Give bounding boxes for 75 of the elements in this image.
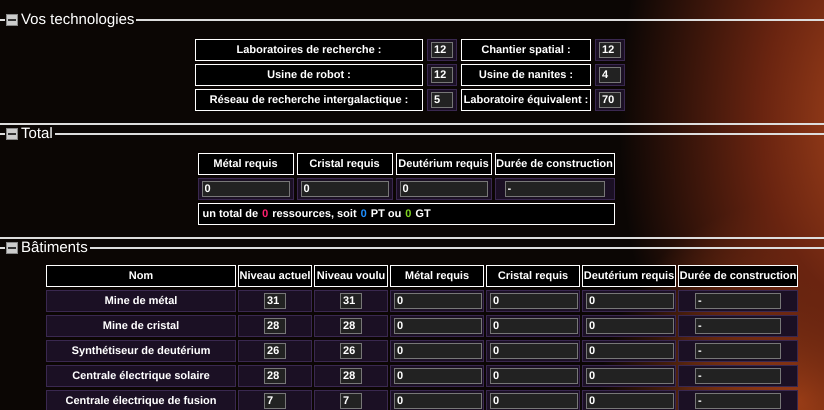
column-header: Cristal requis <box>486 265 580 287</box>
field-label: Laboratoire équivalent : <box>461 89 591 111</box>
summary-text: GT <box>415 208 431 220</box>
collapse-icon[interactable] <box>6 128 18 140</box>
building-name: Mine de métal <box>104 295 178 307</box>
section-title: Bâtiments <box>21 240 88 255</box>
value-field[interactable]: 0 <box>394 293 482 309</box>
value-field[interactable]: 31 <box>340 293 362 309</box>
value-field[interactable]: 0 <box>586 318 674 334</box>
value-field[interactable]: 0 <box>490 343 578 359</box>
value-field[interactable]: - <box>695 293 781 309</box>
value-field[interactable]: 0 <box>490 318 578 334</box>
level-input[interactable]: 12 <box>431 67 453 83</box>
value-field[interactable]: - <box>695 368 781 384</box>
count-value: 0 <box>262 208 268 220</box>
value-field[interactable]: 31 <box>264 293 286 309</box>
value-field[interactable]: 0 <box>394 318 482 334</box>
value-field[interactable]: 28 <box>264 318 286 334</box>
value-field[interactable]: 0 <box>586 393 674 409</box>
value-field[interactable]: - <box>695 318 781 334</box>
level-input[interactable]: 70 <box>599 92 621 108</box>
field-label: Laboratoires de recherche : <box>195 39 423 61</box>
value-field[interactable]: 7 <box>340 393 362 409</box>
value-field[interactable]: 0 <box>394 393 482 409</box>
value-field[interactable]: 26 <box>264 343 286 359</box>
level-input[interactable]: 5 <box>431 92 453 108</box>
field-label: Usine de nanites : <box>461 64 591 86</box>
field-label: Réseau de recherche intergalactique : <box>195 89 423 111</box>
value-field[interactable]: 0 <box>490 368 578 384</box>
value-field[interactable]: 0 <box>394 368 482 384</box>
section-title: Vos technologies <box>21 12 134 27</box>
count-value: 0 <box>405 208 412 220</box>
value-field[interactable]: 0 <box>202 181 290 197</box>
summary-text: PT ou <box>370 208 402 220</box>
column-header: Nom <box>46 265 236 287</box>
building-name: Centrale électrique solaire <box>72 370 210 382</box>
value-field[interactable]: 26 <box>340 343 362 359</box>
column-header: Durée de construction <box>678 265 798 287</box>
building-name: Centrale électrique de fusion <box>66 395 216 407</box>
column-header: Deutérium requis <box>396 153 492 175</box>
column-header: Durée de construction <box>494 153 614 175</box>
count-value: 0 <box>360 208 367 220</box>
level-input[interactable]: 12 <box>599 42 621 58</box>
value-field[interactable]: 0 <box>490 393 578 409</box>
value-field[interactable]: 0 <box>300 181 388 197</box>
value-field[interactable]: - <box>695 343 781 359</box>
level-input[interactable]: 12 <box>431 42 453 58</box>
value-field[interactable]: 28 <box>264 368 286 384</box>
section-title: Total <box>21 126 53 141</box>
value-field[interactable]: 0 <box>490 293 578 309</box>
column-header: Niveau voulu <box>314 265 388 287</box>
building-name: Synthétiseur de deutérium <box>72 345 210 357</box>
collapse-icon[interactable] <box>6 242 18 254</box>
value-field[interactable]: 0 <box>586 368 674 384</box>
column-header: Deutérium requis <box>582 265 676 287</box>
summary-text: un total de <box>202 208 258 220</box>
field-label: Usine de robot : <box>195 64 423 86</box>
value-field[interactable]: 0 <box>400 181 488 197</box>
value-field[interactable]: 0 <box>586 343 674 359</box>
column-header: Métal requis <box>390 265 484 287</box>
column-header: Niveau actuel <box>238 265 312 287</box>
value-field[interactable]: 0 <box>394 343 482 359</box>
column-header: Métal requis <box>198 153 294 175</box>
column-header: Cristal requis <box>296 153 392 175</box>
summary-text: ressources, soit <box>272 208 357 220</box>
value-field[interactable]: 28 <box>340 318 362 334</box>
value-field[interactable]: 0 <box>586 293 674 309</box>
level-input[interactable]: 4 <box>599 67 621 83</box>
value-field[interactable]: 28 <box>340 368 362 384</box>
field-label: Chantier spatial : <box>461 39 591 61</box>
value-field[interactable]: 7 <box>264 393 286 409</box>
collapse-icon[interactable] <box>6 14 18 26</box>
value-field[interactable]: - <box>504 181 604 197</box>
building-name: Mine de cristal <box>102 320 180 332</box>
value-field[interactable]: - <box>695 393 781 409</box>
